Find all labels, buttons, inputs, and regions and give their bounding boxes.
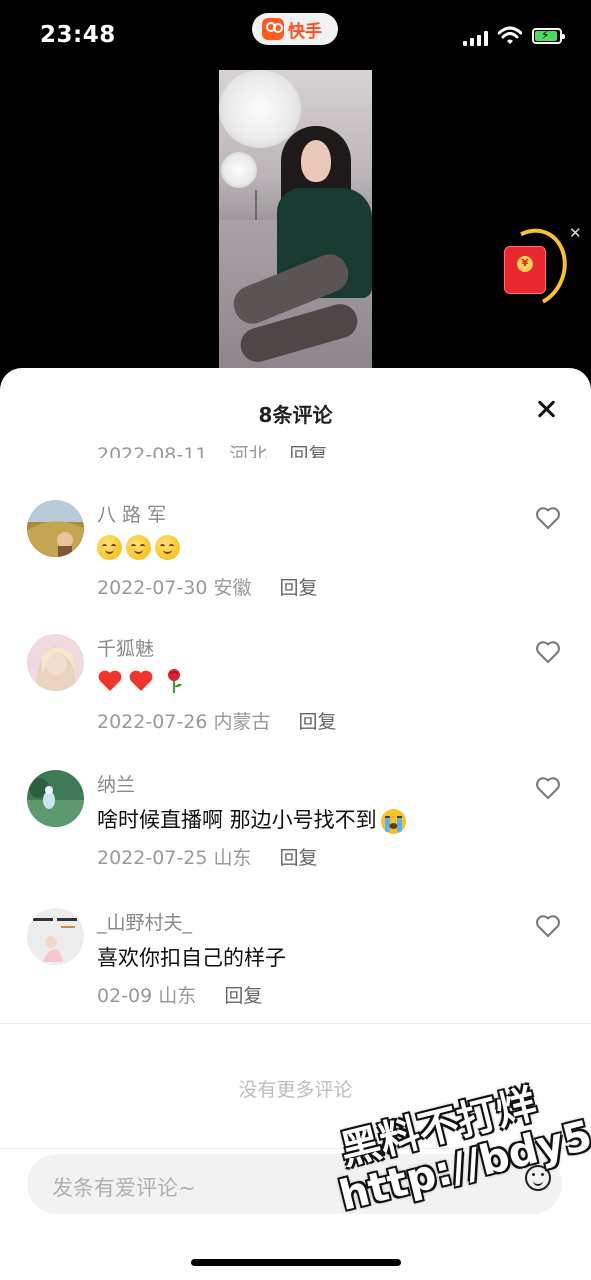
comment-content <box>97 534 184 560</box>
comment-input-placeholder: 发条有爱评论~ <box>52 1176 196 1200</box>
comment-date: 2022-07-30 <box>97 577 208 599</box>
red-heart-icon <box>98 670 122 691</box>
comment-meta: 2022-07-26 内蒙古 回复 <box>97 707 337 734</box>
avatar[interactable] <box>27 500 84 557</box>
relieved-face-icon <box>126 534 151 560</box>
comment-date: 2022-07-25 <box>97 847 208 869</box>
comment-meta: 2022-07-30 安徽 回复 <box>97 573 318 600</box>
reply-button[interactable]: 回复 <box>224 985 262 1007</box>
comment-location: 山东 <box>158 985 197 1007</box>
comment-meta: 2022-07-25 山东 回复 <box>97 843 318 870</box>
comment-username[interactable]: 千狐魅 <box>97 634 154 661</box>
close-comments-button[interactable] <box>536 399 556 419</box>
home-indicator[interactable] <box>191 1259 401 1266</box>
yuan-coin-icon: ¥ <box>517 256 533 272</box>
wifi-icon <box>498 26 522 44</box>
relieved-face-icon <box>97 534 122 560</box>
divider <box>0 1023 591 1024</box>
reply-button[interactable]: 回复 <box>280 847 318 869</box>
person-face <box>301 140 331 182</box>
loudly-crying-face-icon <box>380 808 406 834</box>
partial-comment-meta: 2022-08-11 河北 回复 <box>97 440 349 458</box>
screen: 23:48 快手 ⚡ ¥ ✕ 8条评论 2022-08-11 河北 回复 八 路… <box>0 0 591 1280</box>
relieved-face-icon <box>155 534 180 560</box>
feather-lamp-small <box>221 152 257 188</box>
like-heart-icon[interactable] <box>535 914 561 938</box>
reply-button[interactable]: 回复 <box>280 577 318 599</box>
comment-location: 河北 <box>229 444 268 458</box>
feather-lamp-shade <box>219 70 301 148</box>
battery-icon: ⚡ <box>532 28 565 44</box>
red-packet-icon[interactable]: ¥ <box>504 246 546 294</box>
comment-location: 山东 <box>213 847 252 869</box>
red-heart-icon <box>129 670 153 691</box>
like-heart-icon[interactable] <box>535 506 561 530</box>
cellular-signal-icon <box>463 30 489 46</box>
comment-username[interactable]: _山野村夫_ <box>97 908 192 935</box>
status-bar: 23:48 快手 ⚡ <box>0 0 591 72</box>
comment-username[interactable]: 八 路 军 <box>97 500 166 527</box>
comment-content: 喜欢你扣自己的样子 <box>97 946 286 970</box>
rose-icon <box>168 669 182 693</box>
comment-content: 啥时候直播啊 那边小号找不到 <box>97 804 407 835</box>
comment-location: 内蒙古 <box>213 711 271 733</box>
avatar[interactable] <box>27 770 84 827</box>
avatar[interactable] <box>27 634 84 691</box>
reply-button[interactable]: 回复 <box>299 711 337 733</box>
comment-username[interactable]: 纳兰 <box>97 770 135 797</box>
comment-meta: 02-09 山东 回复 <box>97 981 262 1008</box>
video-player[interactable] <box>219 70 372 368</box>
like-heart-icon[interactable] <box>535 776 561 800</box>
comment-date: 2022-08-11 <box>97 444 208 458</box>
reply-button[interactable]: 回复 <box>289 444 327 458</box>
back-to-app-pill[interactable]: 快手 <box>252 13 338 45</box>
like-heart-icon[interactable] <box>535 640 561 664</box>
kuaishou-logo-icon <box>262 18 284 40</box>
red-packet-close-icon[interactable]: ✕ <box>569 224 582 242</box>
comment-content <box>97 668 185 694</box>
comment-date: 02-09 <box>97 985 153 1007</box>
comment-count-title: 8条评论 <box>258 403 333 427</box>
comment-location: 安徽 <box>213 577 252 599</box>
status-time: 23:48 <box>40 22 116 48</box>
avatar[interactable] <box>27 908 84 965</box>
charging-bolt-icon: ⚡ <box>541 28 550 42</box>
comment-date: 2022-07-26 <box>97 711 208 733</box>
app-name: 快手 <box>288 21 322 42</box>
